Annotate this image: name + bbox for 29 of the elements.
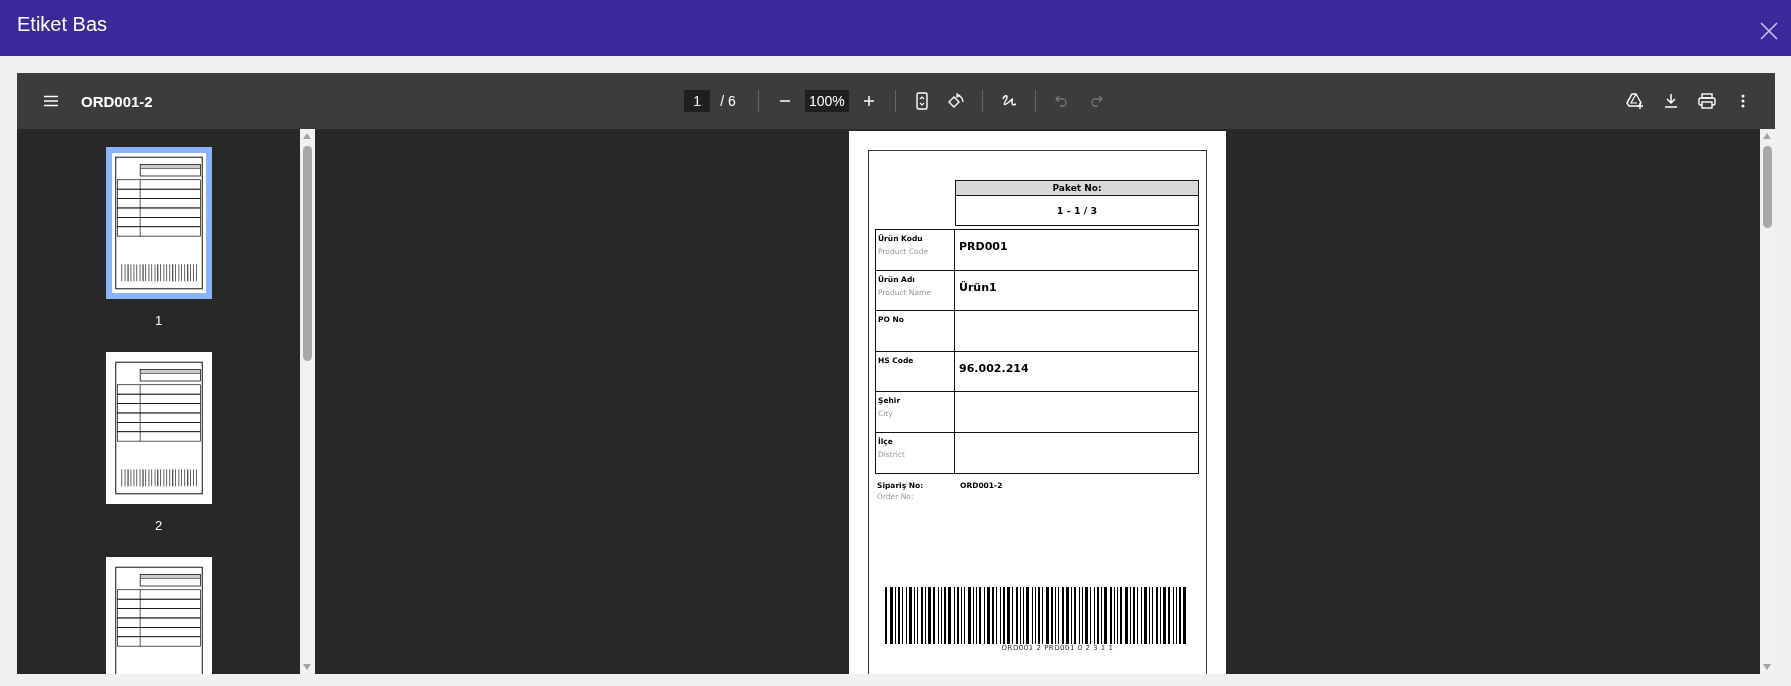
close-icon bbox=[1760, 22, 1778, 40]
download-icon bbox=[1664, 93, 1678, 109]
zoom-field[interactable]: 100% bbox=[804, 90, 849, 112]
page-thumbnail[interactable] bbox=[105, 352, 212, 504]
pen-scribble-icon bbox=[1000, 93, 1017, 109]
undo-icon bbox=[1054, 95, 1069, 107]
document-title: ORD001-2 bbox=[81, 92, 153, 110]
drive-add-icon bbox=[1626, 93, 1644, 109]
field-value: PRD001 bbox=[959, 240, 1008, 253]
page-number: 1 bbox=[154, 313, 163, 328]
redo-icon bbox=[1088, 95, 1103, 107]
package-value: 1 - 1 / 3 bbox=[1055, 204, 1099, 218]
print-icon bbox=[1698, 93, 1716, 109]
dialog-title: Etiket Bas bbox=[17, 12, 108, 36]
page-total: / 6 bbox=[720, 93, 736, 109]
field-value: Ürün1 bbox=[959, 280, 997, 294]
plus-icon bbox=[861, 94, 876, 108]
page-number-field[interactable]: 1 bbox=[684, 90, 711, 112]
fit-page-icon bbox=[915, 92, 928, 110]
field-value: 96.002.214 bbox=[959, 361, 1029, 375]
package-heading: Paket No: bbox=[956, 181, 1198, 196]
more-icon bbox=[1741, 94, 1745, 108]
scrollbar[interactable] bbox=[300, 129, 315, 674]
page-thumbnail[interactable] bbox=[105, 147, 212, 299]
menu-icon bbox=[43, 95, 59, 107]
rotate-icon bbox=[946, 92, 965, 110]
close-button[interactable] bbox=[1760, 22, 1778, 40]
page-thumbnail[interactable] bbox=[105, 557, 212, 674]
page-number: 2 bbox=[154, 518, 163, 533]
